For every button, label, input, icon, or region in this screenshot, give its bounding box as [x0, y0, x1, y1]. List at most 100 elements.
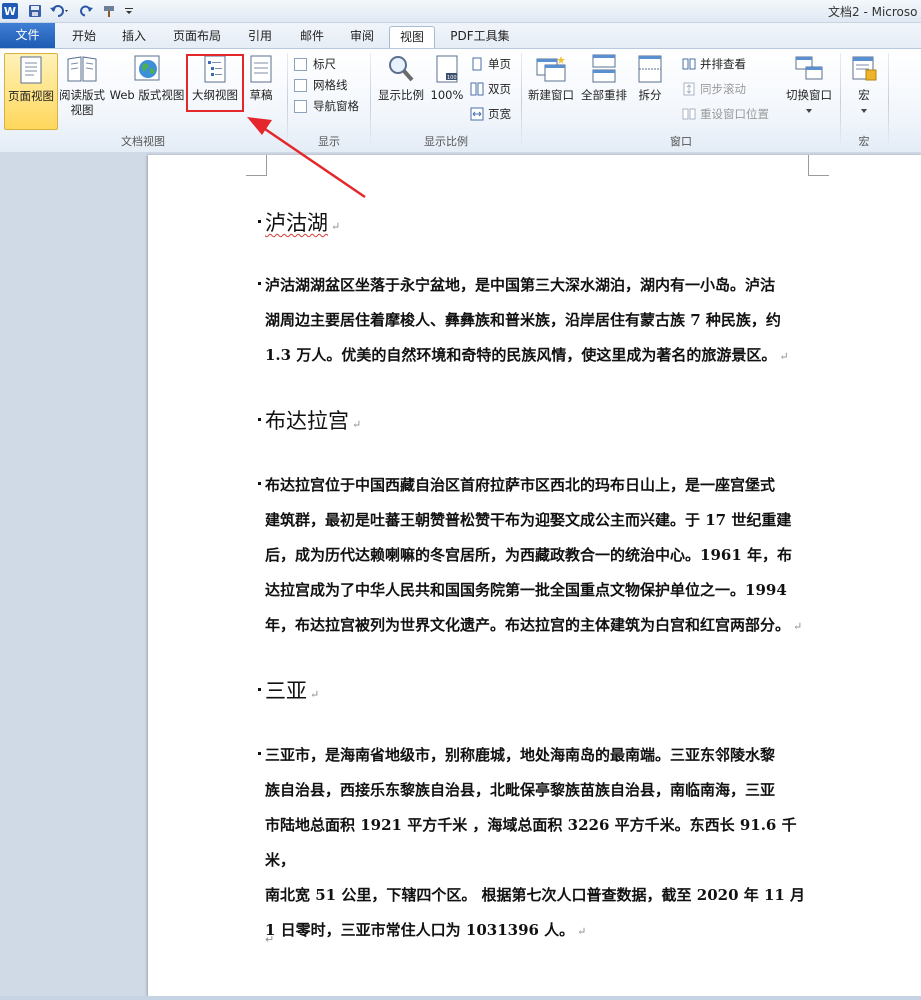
paragraph-mark: ↵ — [310, 688, 320, 701]
heading-2[interactable]: 布达拉宫 ↵ — [257, 405, 362, 435]
paragraph-mark: ↵ — [331, 220, 341, 233]
side-by-side-label: 并排查看 — [700, 57, 746, 71]
web-layout-button[interactable]: Web 版式视图 — [108, 53, 186, 103]
document-work-area: 泸沽湖 ↵ 泸沽湖湖盆区坐落于永宁盆地，是中国第三大深水湖泊，湖内有一小岛。泸沽 … — [0, 152, 921, 1000]
full-reading-button[interactable]: 阅读版式 视图 — [58, 53, 106, 118]
text-line: 1 日零时，三亚市常住人口为 1031396 人。 ↵ — [265, 921, 587, 939]
split-button[interactable]: 拆分 — [632, 53, 668, 103]
zoom-100-label: 100% — [430, 88, 464, 102]
tab-references[interactable]: 引用 — [238, 26, 282, 47]
tab-insert[interactable]: 插入 — [112, 26, 156, 47]
macros-label: 宏 — [858, 88, 870, 102]
web-layout-label: Web 版式视图 — [109, 88, 185, 102]
nav-pane-checkbox-box[interactable] — [294, 99, 307, 113]
paragraph-1[interactable]: 泸沽湖湖盆区坐落于永宁盆地，是中国第三大深水湖泊，湖内有一小岛。泸沽 湖周边主要… — [258, 268, 815, 374]
format-painter-icon[interactable] — [100, 2, 118, 20]
outline-view-label: 大纲视图 — [192, 88, 238, 102]
reset-window-position-button[interactable]: 重设窗口位置 — [682, 105, 769, 123]
group-label-document-views: 文档视图 — [121, 135, 165, 148]
switch-window-icon — [795, 56, 823, 80]
two-pages-button[interactable]: 双页 — [470, 80, 511, 98]
one-page-label: 单页 — [488, 57, 511, 71]
gridlines-checkbox[interactable]: 网格线 — [294, 76, 348, 94]
outline-view-button[interactable]: 大纲视图 — [189, 53, 241, 103]
new-window-button[interactable]: 新建窗口 — [524, 53, 578, 103]
side-by-side-icon — [682, 58, 696, 70]
print-layout-icon — [20, 56, 42, 84]
paragraph-mark: ↵ — [577, 925, 587, 938]
page-width-button[interactable]: 页宽 — [470, 105, 511, 123]
switch-window-button[interactable]: 切换窗口 — [784, 53, 834, 117]
new-window-label: 新建窗口 — [528, 88, 574, 102]
group-separator — [888, 53, 889, 149]
group-label-show: 显示 — [318, 135, 340, 148]
zoom-button[interactable]: 显示比例 — [374, 53, 428, 103]
ruler-label: 标尺 — [313, 57, 336, 71]
redo-icon[interactable] — [78, 2, 96, 20]
text-line: 族自治县，西接乐东黎族自治县，北毗保亭黎族苗族自治县，南临南海，三亚 — [265, 781, 776, 799]
print-layout-button[interactable]: 页面视图 — [4, 53, 58, 130]
arrange-all-label: 全部重排 — [581, 88, 627, 102]
paragraph-2[interactable]: 布达拉宫位于中国西藏自治区首府拉萨市区西北的玛布日山上，是一座宫堡式 建筑群，最… — [258, 468, 815, 644]
heading-text: 三亚 — [265, 679, 307, 703]
reset-position-icon — [682, 108, 696, 120]
chevron-down-icon — [861, 109, 867, 113]
draft-button[interactable]: 草稿 — [245, 53, 277, 103]
undo-icon[interactable] — [46, 2, 74, 20]
nav-pane-checkbox[interactable]: 导航窗格 — [294, 97, 359, 115]
magnifier-icon — [389, 56, 414, 82]
text-line: 布达拉宫位于中国西藏自治区首府拉萨市区西北的玛布日山上，是一座宫堡式 — [265, 476, 776, 494]
text-line: 市陆地总面积 1921 平方千米 ，海域总面积 3226 平方千米。东西长 91… — [265, 816, 797, 869]
tab-home[interactable]: 开始 — [62, 26, 106, 47]
sync-scroll-icon — [683, 82, 695, 96]
page-width-label: 页宽 — [488, 107, 511, 121]
globe-icon — [134, 55, 160, 81]
document-page[interactable]: 泸沽湖 ↵ 泸沽湖湖盆区坐落于永宁盆地，是中国第三大深水湖泊，湖内有一小岛。泸沽 … — [148, 155, 921, 1000]
tab-mailings[interactable]: 邮件 — [290, 26, 334, 47]
open-book-icon — [67, 56, 97, 82]
full-reading-label-1: 阅读版式 — [59, 88, 105, 102]
ruler-checkbox-box[interactable] — [294, 57, 307, 71]
macros-button[interactable]: 宏 — [846, 53, 882, 117]
gridlines-label: 网格线 — [313, 78, 348, 92]
one-page-button[interactable]: 单页 — [470, 55, 511, 73]
ribbon-tab-row: 文件 开始 插入 页面布局 引用 邮件 审阅 视图 PDF工具集 — [0, 23, 921, 49]
paragraph-3[interactable]: 三亚市，是海南省地级市，别称鹿城，地处海南岛的最南端。三亚东邻陵水黎 族自治县，… — [258, 738, 815, 949]
group-label-window: 窗口 — [670, 135, 692, 148]
paragraph-mark: ↵ — [352, 418, 362, 431]
two-pages-icon — [470, 82, 484, 96]
title-bar: W 文档2 - Microso — [0, 0, 921, 23]
tab-pdf-tools[interactable]: PDF工具集 — [442, 26, 518, 47]
macros-icon — [852, 56, 877, 81]
save-icon[interactable] — [26, 2, 44, 20]
tab-file[interactable]: 文件 — [0, 23, 55, 48]
text-line: 年，布达拉宫被列为世界文化遗产。布达拉宫的主体建筑为白宫和红宫两部分。 ↵ — [265, 616, 803, 634]
tab-review[interactable]: 审阅 — [340, 26, 384, 47]
document-title: 文档2 - Microso — [828, 5, 918, 19]
status-bar — [0, 996, 921, 1000]
tab-page-layout[interactable]: 页面布局 — [166, 26, 228, 47]
paragraph-mark: ↵ — [793, 620, 803, 633]
customize-qat-icon[interactable] — [122, 2, 136, 20]
heading-1[interactable]: 泸沽湖 ↵ — [257, 207, 341, 237]
arrange-all-button[interactable]: 全部重排 — [578, 53, 630, 103]
text-line: 达拉宫成为了中华人民共和国国务院第一批全国重点文物保护单位之一。1994 — [265, 581, 787, 599]
word-app-icon[interactable]: W — [2, 3, 18, 19]
heading-text: 布达拉宫 — [265, 409, 349, 433]
ruler-checkbox[interactable]: 标尺 — [294, 55, 336, 73]
text-line: 三亚市，是海南省地级市，别称鹿城，地处海南岛的最南端。三亚东邻陵水黎 — [265, 746, 776, 764]
heading-3[interactable]: 三亚 ↵ — [257, 675, 320, 705]
group-label-macros: 宏 — [858, 135, 870, 148]
gridlines-checkbox-box[interactable] — [294, 78, 307, 92]
reset-window-position-label: 重设窗口位置 — [700, 107, 769, 121]
chevron-down-icon — [806, 109, 812, 113]
group-label-zoom: 显示比例 — [424, 135, 468, 148]
tab-view[interactable]: 视图 — [389, 26, 435, 49]
text-line: 南北宽 51 公里，下辖四个区。 根据第七次人口普查数据，截至 2020 年 1… — [265, 886, 806, 904]
full-reading-label-2: 视图 — [70, 103, 94, 117]
sync-scroll-button[interactable]: 同步滚动 — [682, 80, 746, 98]
nav-pane-label: 导航窗格 — [313, 99, 359, 113]
side-by-side-button[interactable]: 并排查看 — [682, 55, 746, 73]
page-corner-mark — [246, 155, 267, 176]
zoom-100-button[interactable]: 100 100% — [428, 53, 466, 103]
